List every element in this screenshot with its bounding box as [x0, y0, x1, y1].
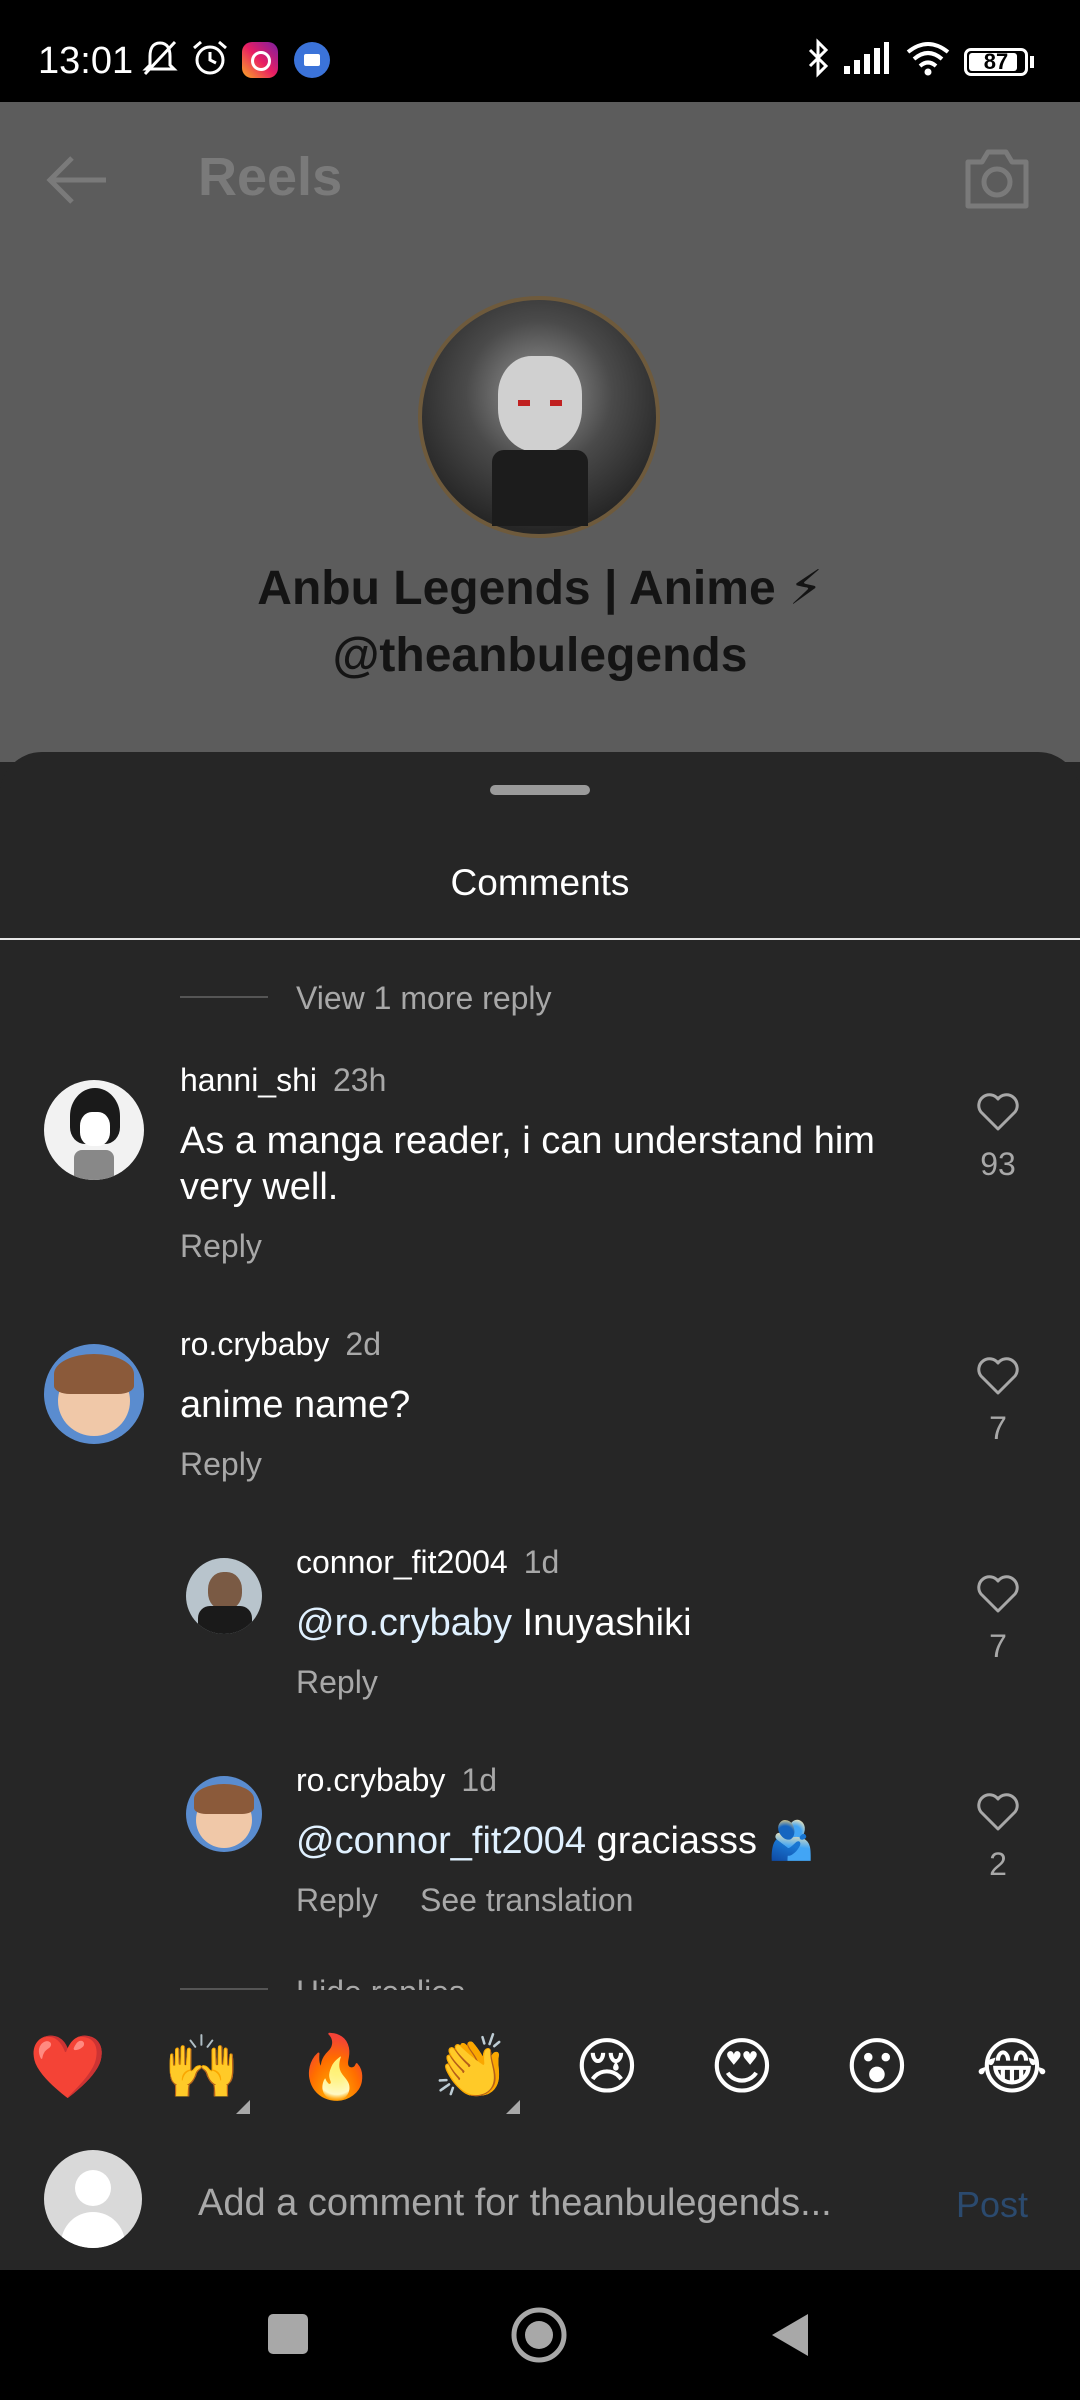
post-button[interactable]: Post [956, 2184, 1028, 2226]
battery-level: 87 [983, 49, 1009, 74]
emoji-laughing[interactable]: 😂 [972, 2028, 1052, 2108]
sheet-divider [0, 938, 1080, 940]
comment-text: @ro.crybaby Inuyashiki [296, 1600, 692, 1646]
emoji-crying[interactable]: 😢 [567, 2028, 647, 2108]
heart-icon[interactable] [976, 1574, 1020, 1614]
emoji-fire[interactable]: 🔥 [296, 2028, 376, 2108]
mention-link[interactable]: @ro.crybaby [296, 1602, 512, 1644]
skin-tone-indicator [236, 2100, 250, 2114]
sheet-drag-handle[interactable] [490, 785, 590, 795]
comment-time: 23h [333, 1062, 387, 1098]
comment-username[interactable]: connor_fit2004 [296, 1544, 508, 1580]
avatar[interactable] [186, 1558, 262, 1634]
channel-name: Anbu Legends | Anime ⚡ [257, 562, 823, 615]
comment-username[interactable]: ro.crybaby [296, 1762, 445, 1798]
see-translation-button[interactable]: See translation [420, 1882, 633, 1919]
channel-avatar[interactable] [418, 296, 660, 538]
mention-link[interactable]: @connor_fit2004 [296, 1820, 586, 1862]
emoji-heart-eyes[interactable]: 😍 [702, 2028, 782, 2108]
wifi-icon [906, 42, 950, 76]
recents-button[interactable] [268, 2314, 308, 2354]
skin-tone-indicator [506, 2100, 520, 2114]
like-count: 7 [989, 1410, 1007, 1446]
comment-time: 2d [345, 1326, 381, 1362]
comment-input[interactable]: Add a comment for theanbulegends... [198, 2182, 832, 2225]
comment-header: connor_fit2004 1d [296, 1544, 559, 1581]
bluetooth-icon [808, 38, 829, 78]
comment-header: ro.crybaby 2d [180, 1326, 381, 1363]
channel-handle: @theanbulegends [332, 629, 748, 682]
back-button[interactable] [768, 2310, 812, 2360]
camera-icon[interactable] [962, 146, 1032, 212]
comment-text-body: graciasss 🫂 [586, 1820, 815, 1862]
alarm-icon [193, 40, 227, 75]
like-count: 7 [989, 1628, 1007, 1664]
heart-icon[interactable] [976, 1092, 1020, 1132]
home-button[interactable] [510, 2306, 568, 2364]
signal-icon [844, 42, 889, 74]
status-time: 13:01 [38, 40, 134, 82]
emoji-clapping[interactable]: 👏 [432, 2028, 512, 2108]
battery-tip [1030, 56, 1034, 68]
comment-text: As a manga reader, i can understand him … [180, 1118, 940, 1210]
emoji-raising-hands[interactable]: 🙌 [162, 2028, 242, 2108]
emoji-surprised[interactable]: 😮 [837, 2028, 917, 2108]
comment-username[interactable]: ro.crybaby [180, 1326, 329, 1362]
heart-icon[interactable] [976, 1356, 1020, 1396]
view-more-replies[interactable]: View 1 more reply [296, 980, 552, 1017]
hide-replies-button[interactable]: Hide replies [296, 1974, 465, 1990]
message-notification-icon [294, 42, 330, 78]
back-arrow-icon[interactable] [44, 150, 110, 210]
sheet-title: Comments [450, 862, 630, 903]
like-count: 93 [980, 1146, 1016, 1182]
comment-text-body: Inuyashiki [511, 1602, 692, 1644]
avatar[interactable] [186, 1776, 262, 1852]
emoji-heart[interactable]: ❤️ [28, 2028, 108, 2108]
comment-text: anime name? [180, 1384, 411, 1426]
reels-title: Reels [198, 147, 343, 207]
user-avatar [44, 2150, 142, 2248]
avatar[interactable] [44, 1344, 144, 1444]
comment-text: @connor_fit2004 graciasss 🫂 [296, 1818, 815, 1864]
instagram-notification-icon [242, 42, 278, 78]
hide-replies-row: Hide replies [0, 1960, 1080, 1990]
comment-time: 1d [461, 1762, 497, 1798]
reply-button[interactable]: Reply [296, 1882, 378, 1919]
reply-thread-line [180, 996, 268, 998]
reply-button[interactable]: Reply [296, 1664, 378, 1701]
heart-icon[interactable] [976, 1792, 1020, 1832]
avatar[interactable] [44, 1080, 144, 1180]
comment-username[interactable]: hanni_shi [180, 1062, 317, 1098]
status-bar: 13:01 87 [0, 0, 1080, 102]
bell-off-icon [142, 40, 178, 76]
comment-time: 1d [523, 1544, 560, 1580]
like-count: 2 [989, 1846, 1007, 1882]
comment-header: ro.crybaby 1d [296, 1762, 497, 1799]
comment-text-line-1: As a manga reader, i can understand him [180, 1120, 875, 1162]
comment-header: hanni_shi 23h [180, 1062, 386, 1099]
comment-text-line-2: very well. [180, 1166, 339, 1208]
battery-icon: 87 [964, 48, 1028, 76]
reply-button[interactable]: Reply [180, 1228, 262, 1265]
reply-button[interactable]: Reply [180, 1446, 262, 1483]
